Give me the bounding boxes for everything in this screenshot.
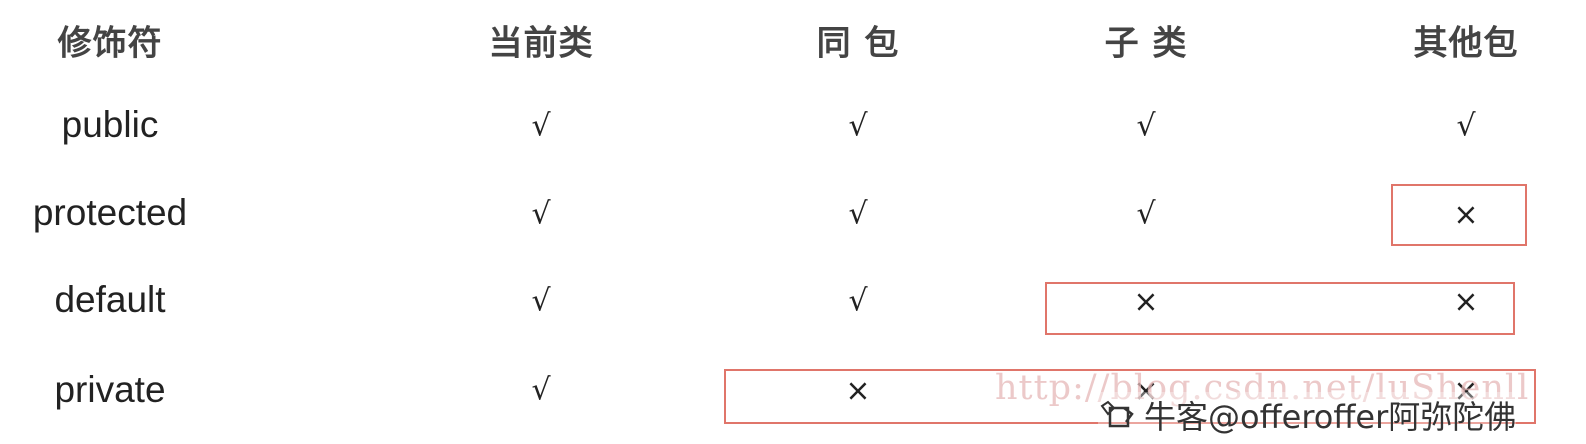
row-default-modifier: default	[54, 279, 166, 320]
watermark-brand: 牛客@offeroffer阿弥陀佛	[1098, 392, 1517, 438]
row-public-other-package-mark: √	[1456, 108, 1476, 144]
row-protected-current-class-mark: √	[531, 196, 551, 232]
header-same-package: 同 包	[816, 23, 900, 64]
row-protected-subclass-mark: √	[1136, 196, 1156, 232]
row-default-current-class-mark: √	[531, 283, 551, 319]
row-private-modifier: private	[54, 369, 166, 410]
header-current-class: 当前类	[488, 23, 594, 64]
highlight-box-default	[1045, 282, 1515, 335]
row-protected-modifier: protected	[32, 192, 188, 233]
highlight-box-protected	[1391, 184, 1527, 246]
row-protected-same-package-mark: √	[848, 196, 868, 232]
header-modifier: 修饰符	[57, 23, 163, 64]
row-default-same-package-mark: √	[848, 283, 868, 319]
nowcoder-logo-icon	[1100, 400, 1134, 428]
header-subclass: 子 类	[1104, 23, 1188, 64]
header-other-package: 其他包	[1413, 23, 1519, 64]
row-public-current-class-mark: √	[531, 108, 551, 144]
row-public-modifier: public	[61, 104, 159, 145]
row-public-subclass-mark: √	[1136, 108, 1156, 144]
row-private-current-class-mark: √	[531, 372, 551, 408]
row-public-same-package-mark: √	[848, 108, 868, 144]
watermark-brand-text: 牛客@offeroffer阿弥陀佛	[1144, 398, 1517, 436]
